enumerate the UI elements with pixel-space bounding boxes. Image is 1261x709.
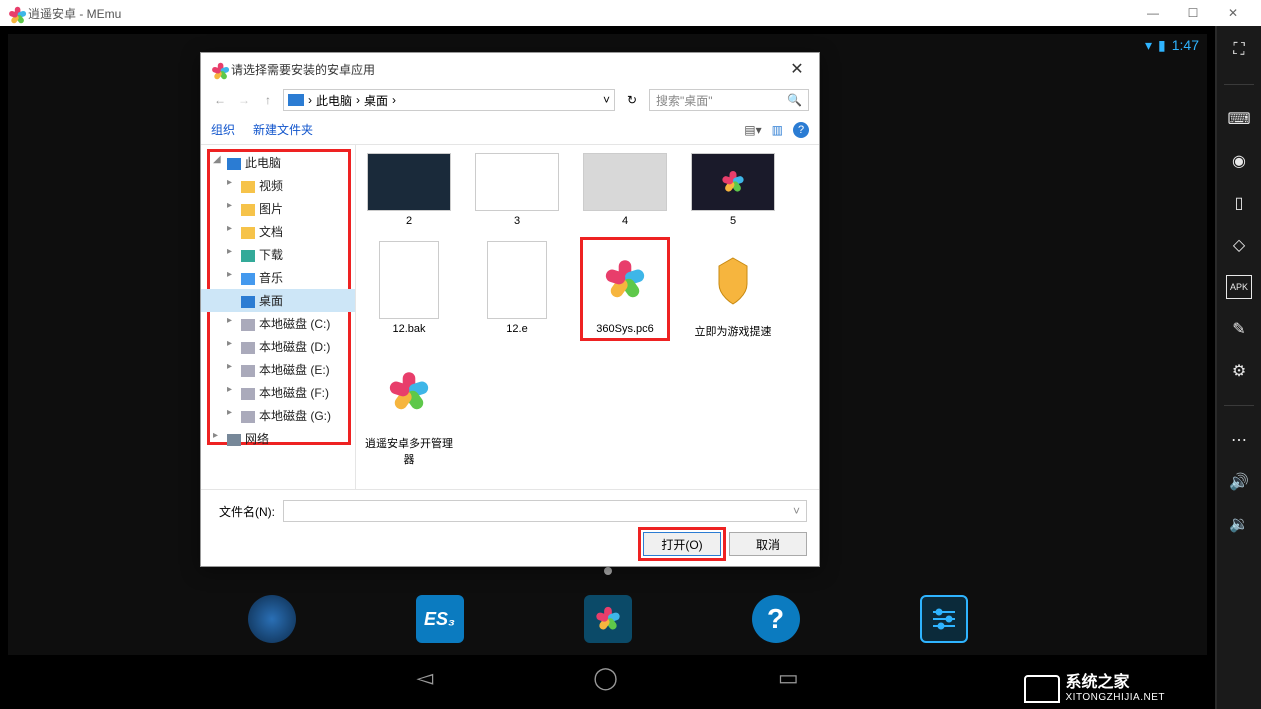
watermark-logo-icon bbox=[1024, 675, 1060, 703]
file-open-dialog: 请选择需要安装的安卓应用 ✕ ← → ↑ › 此电脑 › 桌面 › ˅ ↻ 搜索… bbox=[200, 52, 820, 567]
view-mode-button[interactable]: ▤▾ bbox=[744, 123, 761, 137]
refresh-button[interactable]: ↻ bbox=[621, 93, 643, 107]
tree-item-pictures[interactable]: ▸图片 bbox=[201, 197, 355, 220]
clean-icon[interactable]: ✎ bbox=[1226, 317, 1252, 341]
maximize-button[interactable]: ☐ bbox=[1173, 0, 1213, 26]
breadcrumb-chevron: › bbox=[356, 93, 360, 107]
path-dropdown-icon[interactable]: ˅ bbox=[603, 93, 610, 107]
newfolder-button[interactable]: 新建文件夹 bbox=[253, 121, 313, 138]
file-item[interactable]: 12.bak bbox=[364, 241, 454, 339]
tree-root[interactable]: ◢此电脑 bbox=[201, 151, 355, 174]
breadcrumb-chevron: › bbox=[392, 93, 396, 107]
organize-button[interactable]: 组织 bbox=[211, 121, 235, 138]
help-app[interactable]: ? bbox=[752, 595, 800, 643]
nav-forward-button[interactable]: → bbox=[235, 93, 253, 107]
open-button[interactable]: 打开(O) bbox=[643, 532, 721, 556]
settings-app[interactable] bbox=[920, 595, 968, 643]
filename-input[interactable]: ˅ bbox=[283, 500, 807, 522]
android-statusbar: ▾ ▮ 1:47 bbox=[1145, 34, 1207, 56]
file-item[interactable]: 逍遥安卓多开管理器 bbox=[364, 353, 454, 467]
nav-back-button[interactable]: ← bbox=[211, 93, 229, 107]
tree-item-documents[interactable]: ▸文档 bbox=[201, 220, 355, 243]
search-input[interactable]: 搜索"桌面" 🔍 bbox=[649, 89, 809, 111]
tree-item-drive-g[interactable]: ▸本地磁盘 (G:) bbox=[201, 404, 355, 427]
breadcrumb-chevron: › bbox=[308, 93, 312, 107]
rotate-icon[interactable]: ◇ bbox=[1226, 233, 1252, 257]
file-list: 2 3 4 5 12.bak 12.e 360Sys.pc6 立即为游戏提速 逍… bbox=[356, 145, 819, 489]
volume-down-icon[interactable]: 🔉 bbox=[1226, 512, 1252, 536]
browser-app[interactable] bbox=[248, 595, 296, 643]
breadcrumb-current[interactable]: 桌面 bbox=[364, 92, 388, 109]
dialog-footer: 文件名(N): ˅ 打开(O) 取消 bbox=[201, 489, 819, 566]
file-item[interactable]: 4 bbox=[580, 153, 670, 227]
window-titlebar: 逍遥安卓 - MEmu — ☐ ✕ bbox=[0, 0, 1261, 26]
page-indicator bbox=[604, 567, 612, 575]
tree-item-downloads[interactable]: ▸下载 bbox=[201, 243, 355, 266]
market-app[interactable] bbox=[584, 595, 632, 643]
battery-icon: ▮ bbox=[1158, 37, 1166, 54]
tree-item-drive-c[interactable]: ▸本地磁盘 (C:) bbox=[201, 312, 355, 335]
nav-up-button[interactable]: ↑ bbox=[259, 93, 277, 107]
search-icon: 🔍 bbox=[787, 93, 802, 107]
more-icon[interactable]: ⋯ bbox=[1226, 428, 1252, 452]
file-item[interactable]: 5 bbox=[688, 153, 778, 227]
file-item[interactable]: 立即为游戏提速 bbox=[688, 241, 778, 339]
keyboard-icon[interactable]: ⌨ bbox=[1226, 107, 1252, 131]
file-item[interactable]: 2 bbox=[364, 153, 454, 227]
watermark: 系统之家 XITONGZHIJIA.NET bbox=[1024, 674, 1166, 703]
wifi-icon: ▾ bbox=[1145, 37, 1152, 54]
home-button[interactable]: ◯ bbox=[593, 665, 618, 691]
dialog-title: 请选择需要安装的安卓应用 bbox=[231, 61, 375, 78]
dialog-nav: ← → ↑ › 此电脑 › 桌面 › ˅ ↻ 搜索"桌面" 🔍 bbox=[201, 85, 819, 115]
breadcrumb[interactable]: › 此电脑 › 桌面 › ˅ bbox=[283, 89, 615, 111]
apk-icon[interactable]: APK bbox=[1226, 275, 1252, 299]
window-title: 逍遥安卓 - MEmu bbox=[28, 5, 121, 22]
memu-sidebar: ⛶ ⌨ ◉ ▯ ◇ APK ✎ ⚙ ⋯ 🔊 🔉 bbox=[1215, 26, 1261, 709]
app-logo-icon bbox=[8, 6, 22, 20]
tree-item-desktop[interactable]: 桌面 bbox=[201, 289, 355, 312]
back-button[interactable]: ◅ bbox=[416, 665, 433, 691]
breadcrumb-root[interactable]: 此电脑 bbox=[316, 92, 352, 109]
phone-icon[interactable]: ▯ bbox=[1226, 191, 1252, 215]
volume-up-icon[interactable]: 🔊 bbox=[1226, 470, 1252, 494]
settings-icon[interactable]: ⚙ bbox=[1226, 359, 1252, 383]
folder-tree: ◢此电脑 ▸视频 ▸图片 ▸文档 ▸下载 ▸音乐 桌面 ▸本地磁盘 (C:) ▸… bbox=[201, 145, 356, 489]
file-item[interactable]: 12.e bbox=[472, 241, 562, 339]
tree-item-network[interactable]: ▸网络 bbox=[201, 427, 355, 450]
dialog-logo-icon bbox=[211, 62, 225, 76]
pc-icon bbox=[288, 94, 304, 106]
dialog-close-button[interactable]: ✕ bbox=[785, 59, 809, 79]
filename-label: 文件名(N): bbox=[213, 503, 275, 520]
tree-item-videos[interactable]: ▸视频 bbox=[201, 174, 355, 197]
dialog-titlebar: 请选择需要安装的安卓应用 ✕ bbox=[201, 53, 819, 85]
preview-pane-button[interactable]: ▥ bbox=[772, 123, 783, 137]
camera-icon[interactable]: ◉ bbox=[1226, 149, 1252, 173]
tree-item-music[interactable]: ▸音乐 bbox=[201, 266, 355, 289]
tree-item-drive-e[interactable]: ▸本地磁盘 (E:) bbox=[201, 358, 355, 381]
minimize-button[interactable]: — bbox=[1133, 0, 1173, 26]
recents-button[interactable]: ▭ bbox=[778, 665, 799, 691]
tree-item-drive-d[interactable]: ▸本地磁盘 (D:) bbox=[201, 335, 355, 358]
dialog-toolbar: 组织 新建文件夹 ▤▾ ▥ ? bbox=[201, 115, 819, 145]
file-item[interactable]: 3 bbox=[472, 153, 562, 227]
file-item-selected[interactable]: 360Sys.pc6 bbox=[580, 241, 670, 339]
cancel-button[interactable]: 取消 bbox=[729, 532, 807, 556]
files-app[interactable]: ES₃ bbox=[416, 595, 464, 643]
clock: 1:47 bbox=[1172, 37, 1199, 53]
close-button[interactable]: ✕ bbox=[1213, 0, 1253, 26]
help-icon[interactable]: ? bbox=[793, 122, 809, 138]
android-dock: ES₃ ? bbox=[8, 583, 1207, 655]
tree-item-drive-f[interactable]: ▸本地磁盘 (F:) bbox=[201, 381, 355, 404]
fullscreen-icon[interactable]: ⛶ bbox=[1226, 38, 1252, 62]
